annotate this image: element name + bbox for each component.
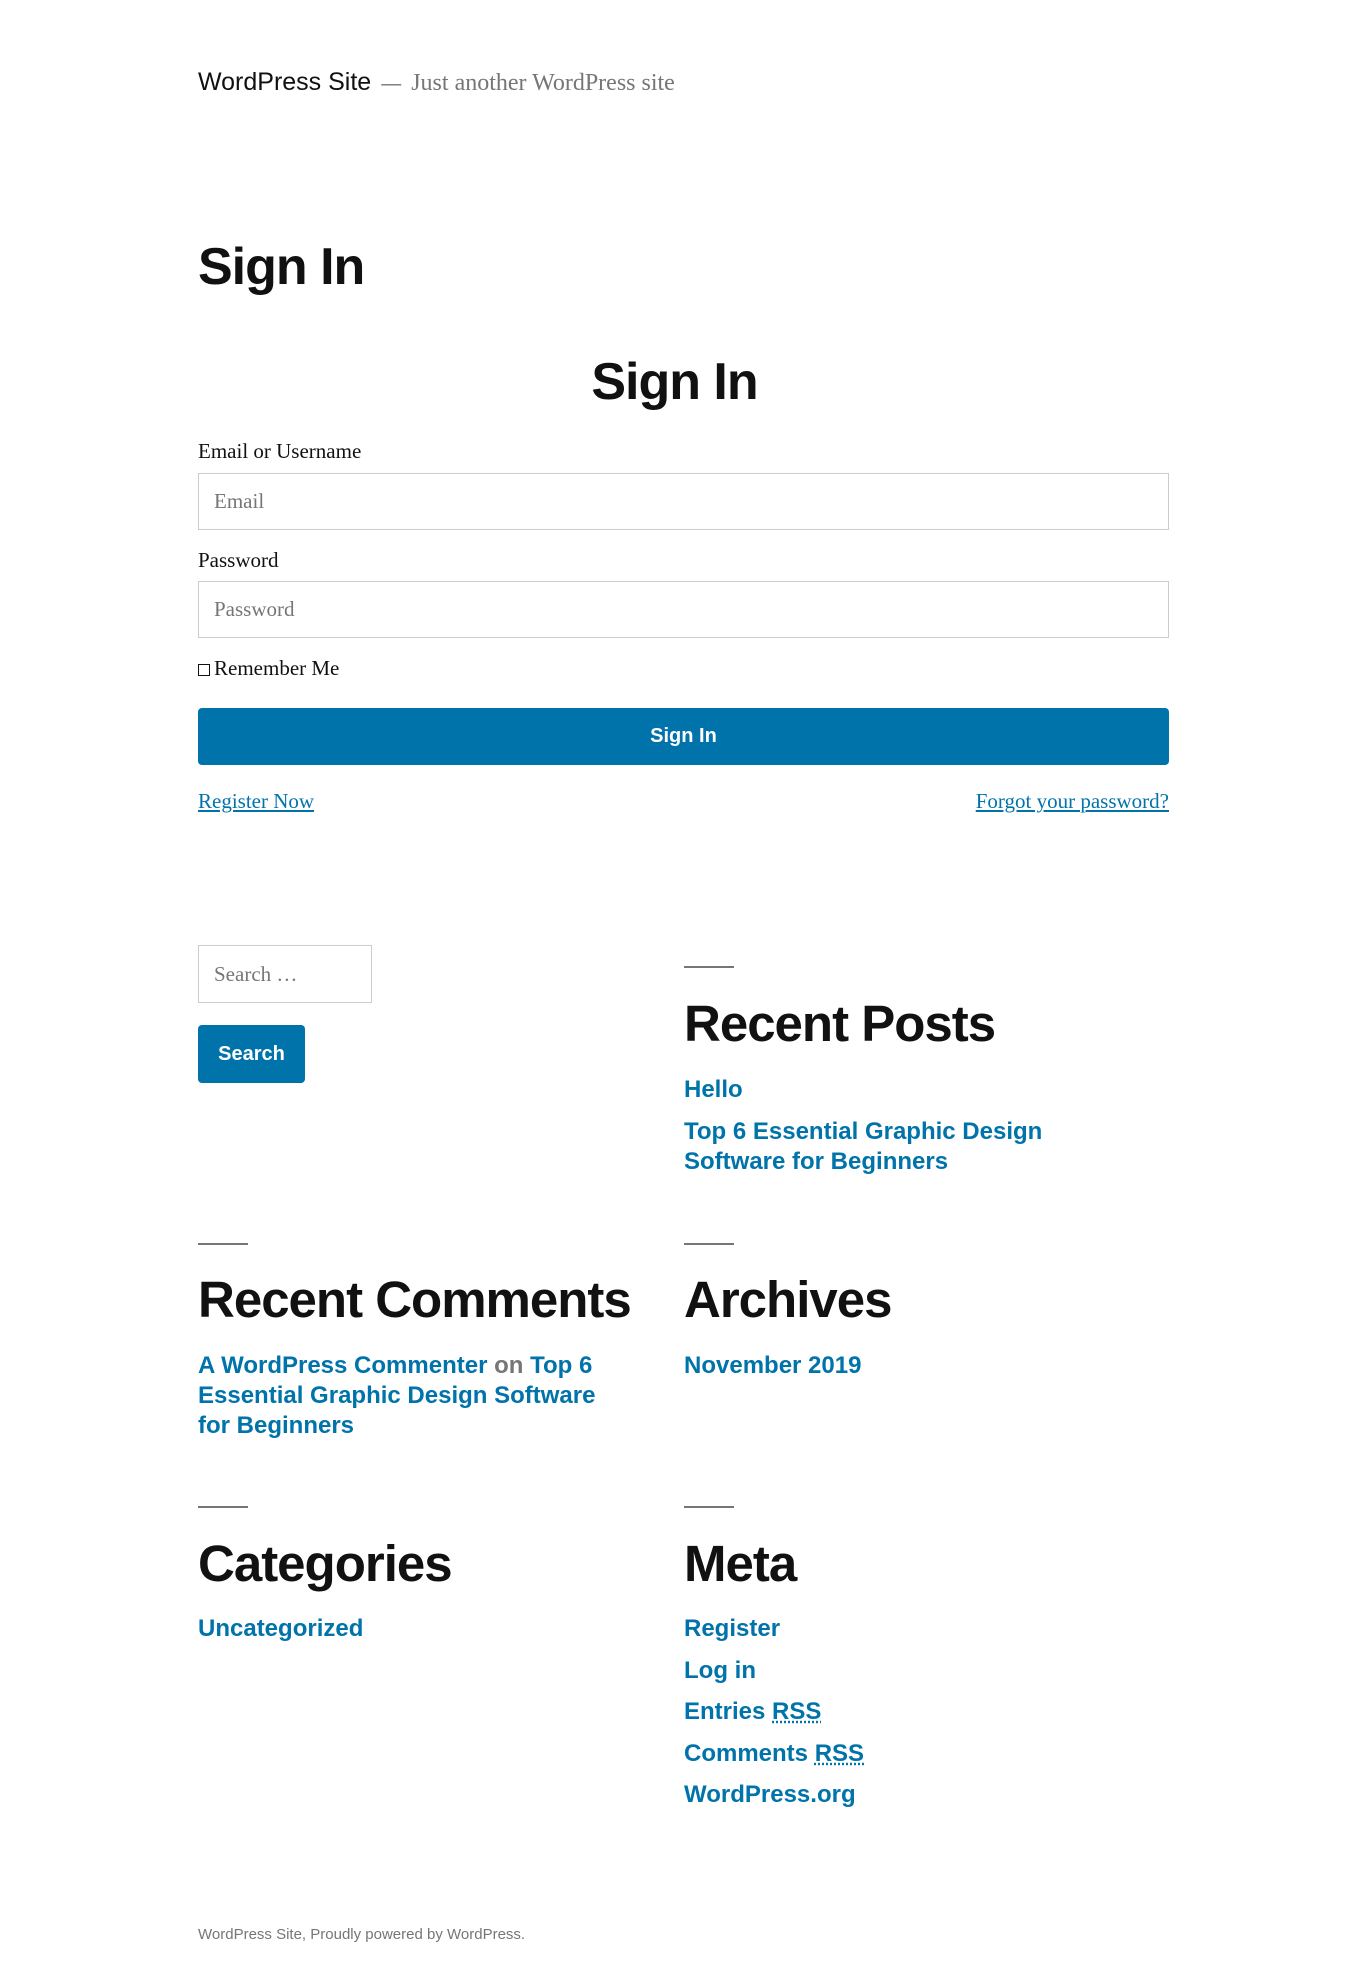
recent-post-link[interactable]: Hello [684,1075,743,1105]
meta-wordpress-org-link[interactable]: WordPress.org [684,1780,856,1810]
categories-title: Categories [198,1535,453,1592]
forgot-password-link[interactable]: Forgot your password? [976,789,1169,814]
category-link[interactable]: Uncategorized [198,1614,363,1644]
meta-comments-rss-link[interactable]: Comments RSS [684,1739,864,1769]
email-input[interactable]: Email [198,473,1169,530]
password-label: Password [198,548,279,572]
separator: — [381,73,402,95]
recent-posts-title: Recent Posts [684,995,996,1052]
meta-login-link[interactable]: Log in [684,1656,756,1686]
form-title: Sign In [591,353,758,411]
remember-checkbox[interactable] [198,664,210,676]
archives-title: Archives [684,1271,892,1328]
search-input[interactable]: Search … [198,945,372,1003]
comment-on: on [494,1352,524,1379]
meta-entries-rss-link[interactable]: Entries RSS [684,1697,821,1727]
widget-divider [684,966,734,968]
widget-divider [198,1243,248,1245]
remember-label: Remember Me [214,656,340,680]
password-input[interactable]: Password [198,581,1169,638]
archive-link[interactable]: November 2019 [684,1351,861,1381]
footer-credits: WordPress Site, Proudly powered by WordP… [198,1926,526,1943]
site-tagline: Just another WordPress site [411,70,675,96]
sign-in-button[interactable]: Sign In [198,708,1169,765]
entries-label: Entries [684,1698,766,1725]
site-title-link[interactable]: WordPress Site [198,68,371,96]
widget-divider [684,1243,734,1245]
register-now-link[interactable]: Register Now [198,789,314,814]
email-label: Email or Username [198,439,362,463]
widget-divider [198,1506,248,1508]
recent-comments-title: Recent Comments [198,1271,632,1328]
rss-abbr: RSS [814,1740,865,1767]
recent-post-link[interactable]: Top 6 Essential Graphic Design Software … [684,1117,1084,1177]
comment-author-link[interactable]: A WordPress Commenter [198,1352,487,1379]
rss-abbr: RSS [772,1698,822,1725]
meta-title: Meta [684,1535,797,1592]
site-header: WordPress Site — Just another WordPress si… [198,68,675,97]
page-title: Sign In [198,238,365,296]
recent-comment-item: A WordPress Commenter on Top 6 Essential… [198,1351,618,1441]
search-button[interactable]: Search [198,1025,305,1083]
meta-register-link[interactable]: Register [684,1614,780,1644]
comments-label: Comments [684,1740,809,1767]
widget-divider [684,1506,734,1508]
remember-me[interactable]: Remember Me [198,656,339,681]
